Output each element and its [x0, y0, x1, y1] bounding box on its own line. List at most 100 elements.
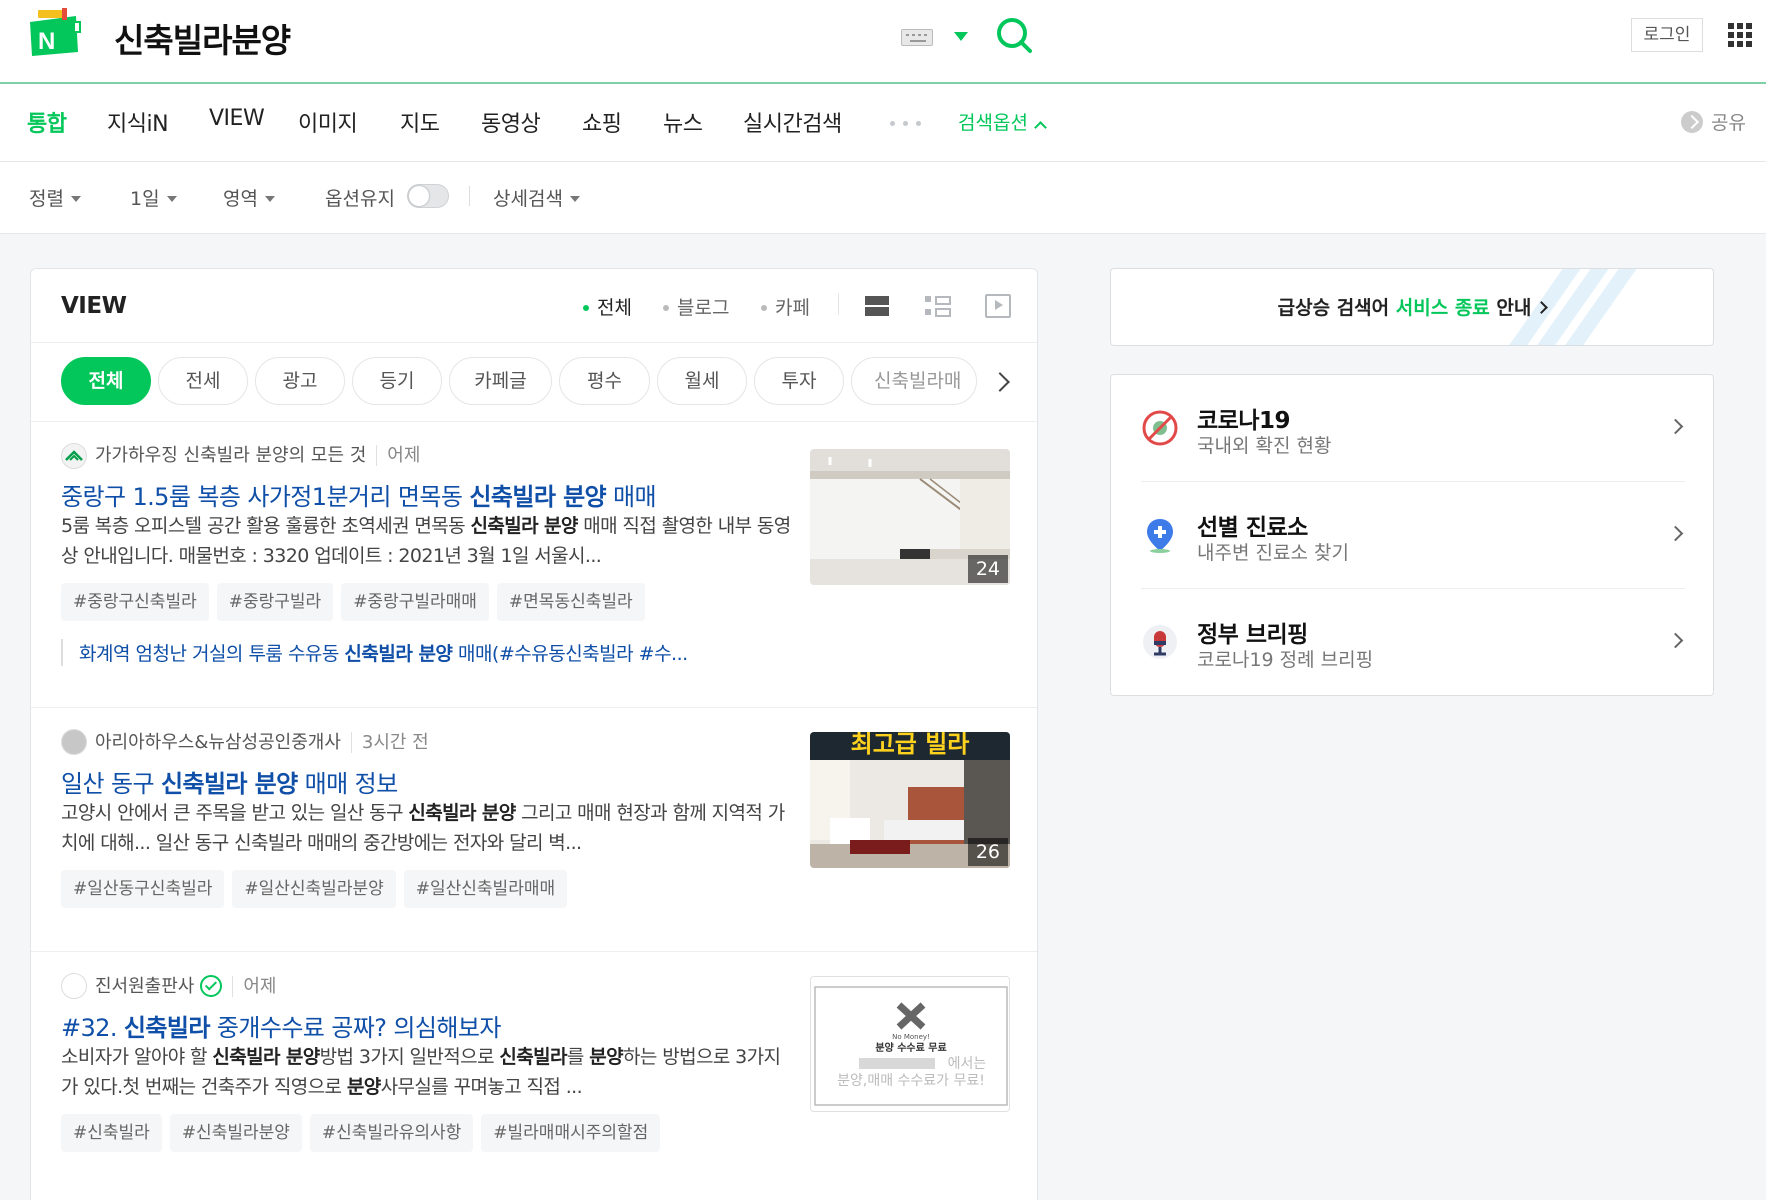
detail-search-dropdown[interactable]: 상세검색: [493, 184, 580, 211]
search-icon[interactable]: [994, 15, 1034, 55]
tab-view[interactable]: VIEW: [209, 106, 265, 131]
tag[interactable]: #일산신축빌라분양: [232, 870, 396, 908]
tab-kin[interactable]: 지식iN: [107, 106, 169, 138]
item-source[interactable]: 아리아하우스&뉴삼성공인중개사 3시간 전: [61, 728, 429, 755]
row-subtitle: 코로나19 정례 브리핑: [1197, 649, 1374, 671]
item-tags: #신축빌라 #신축빌라분양 #신축빌라유의사항 #빌라매매시주의할점: [61, 1114, 668, 1152]
title-text: 매매: [606, 483, 657, 511]
chip-monthly[interactable]: 월세: [657, 357, 747, 405]
row-subtitle: 내주변 진료소 찾기: [1197, 542, 1349, 564]
period-dropdown[interactable]: 1일: [130, 184, 177, 211]
filter-cafe[interactable]: 카페: [761, 293, 810, 320]
chip-cafe-post[interactable]: 카페글: [449, 357, 552, 405]
layout-large-icon[interactable]: [865, 294, 891, 318]
item-thumbnail[interactable]: 24: [810, 449, 1010, 585]
avatar: [61, 443, 87, 469]
layout-list-icon[interactable]: [925, 294, 951, 318]
related-post-link[interactable]: 화계역 엄청난 거실의 투룸 수유동 신축빌라 분양 매매(#수유동신축빌라 #…: [61, 639, 688, 666]
item-description[interactable]: 고양시 안에서 큰 주목을 받고 있는 일산 동구 신축빌라 분양 그리고 매매…: [61, 798, 791, 858]
item-source[interactable]: 가가하우징 신축빌라 분양의 모든 것 어제: [61, 441, 421, 469]
image-count: 24: [967, 555, 1008, 583]
tag[interactable]: #일산동구신축빌라: [61, 870, 225, 908]
area-label: 영역: [223, 188, 258, 210]
item-description[interactable]: 소비자가 알아야 할 신축빌라 분양방법 3가지 일반적으로 신축빌라를 분양하…: [61, 1042, 791, 1102]
share-label: 공유: [1711, 112, 1746, 134]
chevron-right-icon: [1667, 632, 1684, 649]
row-subtitle: 국내외 확진 현황: [1197, 435, 1332, 457]
more-tabs-icon[interactable]: [890, 121, 930, 127]
filter-label: 카페: [775, 297, 810, 319]
divider: [31, 342, 1037, 343]
desc-highlight: 신축빌라 분양: [470, 515, 579, 537]
area-dropdown[interactable]: 영역: [223, 184, 275, 211]
post-time: 어제: [232, 976, 277, 997]
chip-villa-sale[interactable]: 신축빌라매: [851, 357, 977, 405]
tab-map[interactable]: 지도: [400, 106, 440, 138]
autocomplete-toggle-icon[interactable]: [954, 32, 968, 41]
item-title[interactable]: 일산 동구 신축빌라 분양 매매 정보: [61, 764, 398, 799]
chip-all[interactable]: 전체: [61, 357, 151, 405]
search-options-toggle[interactable]: 검색옵션: [958, 108, 1047, 135]
apps-grid-icon[interactable]: [1728, 23, 1752, 47]
covid-status-row[interactable]: 코로나19 국내외 확진 현황: [1141, 375, 1685, 481]
dot-icon: [663, 305, 669, 311]
dot-icon: [761, 305, 767, 311]
gov-briefing-row[interactable]: 정부 브리핑 코로나19 정례 브리핑: [1141, 589, 1685, 695]
tag[interactable]: #일산신축빌라매매: [403, 870, 568, 908]
tag[interactable]: #빌라매매시주의할점: [481, 1114, 661, 1152]
item-title[interactable]: #32. 신축빌라 중개수수료 공짜? 의심해보자: [61, 1008, 501, 1043]
tag[interactable]: #중랑구신축빌라: [61, 583, 209, 621]
divider: [469, 186, 470, 206]
realtime-service-notice[interactable]: 급상승 검색어 서비스 종료 안내: [1110, 268, 1714, 346]
item-title[interactable]: 중랑구 1.5룸 복층 사가정1분거리 면목동 신축빌라 분양 매매: [61, 477, 657, 512]
view-section: VIEW 전체 블로그 카페 전체 전세 광고 등기 카페글 평수 월세 투자 …: [30, 268, 1038, 1200]
period-label: 1일: [130, 188, 160, 210]
item-source[interactable]: 진서원출판사 어제: [61, 972, 277, 999]
tab-shopping[interactable]: 쇼핑: [582, 106, 622, 138]
screening-center-row[interactable]: 선별 진료소 내주변 진료소 찾기: [1141, 482, 1685, 588]
tag[interactable]: #면목동신축빌라: [496, 583, 645, 621]
chip-jeonse[interactable]: 전세: [158, 357, 248, 405]
tag[interactable]: #신축빌라: [61, 1114, 162, 1152]
layout-video-icon[interactable]: [985, 294, 1011, 318]
item-thumbnail[interactable]: 최고급 빌라 26: [810, 732, 1010, 868]
item-description[interactable]: 5룸 복층 오피스텔 공간 활용 훌륭한 초역세권 면목동 신축빌라 분양 매매…: [61, 511, 791, 571]
dropdown-arrow-icon: [166, 196, 177, 202]
desc-text: 소비자가 알아야 할: [61, 1046, 213, 1068]
dropdown-arrow-icon: [264, 196, 275, 202]
location-plus-icon: [1141, 516, 1179, 554]
chip-ad[interactable]: 광고: [255, 357, 345, 405]
sort-dropdown[interactable]: 정렬: [29, 184, 81, 211]
source-name: 가가하우징 신축빌라 분양의 모든 것: [95, 445, 367, 466]
share-button[interactable]: 공유: [1681, 108, 1746, 135]
tab-realtime[interactable]: 실시간검색: [743, 106, 842, 138]
filter-blog[interactable]: 블로그: [663, 293, 729, 320]
desc-text: 5룸 복층 오피스텔 공간 활용 훌륭한 초역세권 면목동: [61, 515, 471, 537]
divider: [838, 293, 839, 315]
login-button[interactable]: 로그인: [1631, 18, 1703, 52]
tab-news[interactable]: 뉴스: [663, 106, 703, 138]
tag[interactable]: #신축빌라유의사항: [309, 1114, 474, 1152]
filter-all[interactable]: 전체: [583, 293, 632, 320]
tab-video[interactable]: 동영상: [481, 106, 541, 138]
title-highlight: 신축빌라: [123, 1014, 211, 1042]
naver-logo[interactable]: N: [26, 8, 82, 58]
thumbnail-banner: 최고급 빌라: [851, 732, 970, 758]
tag[interactable]: #신축빌라분양: [169, 1114, 302, 1152]
title-text: 매매 정보: [297, 770, 399, 798]
chip-size[interactable]: 평수: [559, 357, 650, 405]
keep-options-toggle[interactable]: [407, 184, 449, 208]
desc-text: 고양시 안에서 큰 주목을 받고 있는 일산 동구: [61, 802, 409, 824]
keyboard-icon[interactable]: [901, 29, 933, 46]
tab-image[interactable]: 이미지: [298, 106, 358, 138]
item-tags: #일산동구신축빌라 #일산신축빌라분양 #일산신축빌라매매: [61, 870, 575, 908]
item-thumbnail[interactable]: No Money! 분양 수수료 무료 에서는 분양,매매 수수료가 무료!: [810, 976, 1010, 1112]
share-icon: [1681, 111, 1703, 133]
search-query[interactable]: 신축빌라분양: [114, 14, 291, 62]
chip-registry[interactable]: 등기: [352, 357, 442, 405]
tag[interactable]: #중랑구빌라매매: [341, 583, 489, 621]
virus-icon: [1141, 409, 1179, 447]
tag[interactable]: #중랑구빌라: [216, 583, 334, 621]
tab-integrated[interactable]: 통합: [27, 106, 67, 138]
chip-invest[interactable]: 투자: [754, 357, 844, 405]
